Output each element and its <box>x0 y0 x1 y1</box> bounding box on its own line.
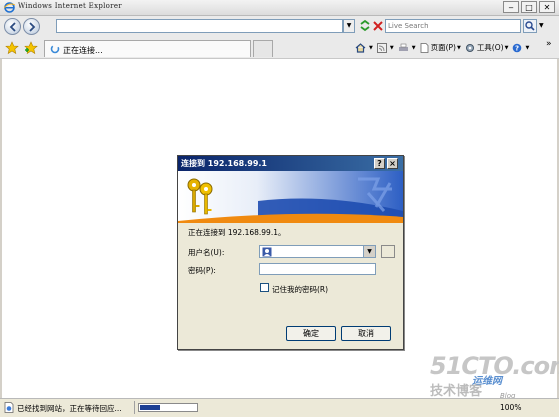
search-input[interactable]: Live Search <box>385 19 521 33</box>
gear-icon <box>465 43 474 52</box>
tab-connecting[interactable]: 正在连接... <box>44 40 251 57</box>
page-menu-button[interactable]: 页面(P) ▼ <box>420 42 461 53</box>
feeds-button[interactable]: ▼ <box>376 42 394 53</box>
help-menu-button[interactable]: ? ▼ <box>512 43 529 53</box>
tools-menu-label: 工具(O) <box>476 43 504 52</box>
forward-button[interactable] <box>23 18 40 35</box>
page-menu-label: 页面(P) <box>430 43 456 52</box>
login-dialog: 连接到 192.168.99.1 ? × 正在连接到 192.168.99.1。… <box>177 155 404 350</box>
progress-fill <box>140 405 160 410</box>
username-combobox[interactable]: ▼ <box>259 245 376 258</box>
page-loading-icon <box>4 402 14 413</box>
ie-logo-icon <box>4 2 15 13</box>
back-arrow-icon <box>9 22 16 32</box>
maximize-button[interactable]: □ <box>521 1 537 13</box>
loading-spinner-icon <box>50 44 60 54</box>
password-label: 密码(P): <box>188 266 216 275</box>
tab-row: 正在连接... ▼ ▼ ▼ 页面(P) ▼ 工具(O) ▼ ? ▼ » <box>0 38 559 59</box>
remember-password-label[interactable]: 记住我的密码(R) <box>272 284 328 295</box>
status-text: 已经找到网站，正在等待回应... <box>17 404 122 413</box>
password-input[interactable] <box>259 263 376 275</box>
home-button[interactable]: ▼ <box>355 42 373 53</box>
remember-password-checkbox[interactable] <box>260 283 269 292</box>
username-browse-button[interactable] <box>381 245 395 258</box>
dialog-title: 连接到 192.168.99.1 <box>178 156 403 171</box>
cancel-button[interactable]: 取消 <box>341 326 391 341</box>
status-bar: 已经找到网站，正在等待回应... 100% <box>0 398 559 417</box>
stop-icon[interactable] <box>372 18 384 33</box>
back-button[interactable] <box>4 18 21 35</box>
title-bar: Windows Internet Explorer ‒ □ ✕ <box>0 0 559 16</box>
connecting-message: 正在连接到 192.168.99.1。 <box>188 228 286 237</box>
chevron-more-icon[interactable]: » <box>546 39 552 49</box>
home-icon <box>355 42 366 53</box>
command-bar: ▼ ▼ ▼ 页面(P) ▼ 工具(O) ▼ ? ▼ <box>355 42 533 53</box>
ok-button[interactable]: 确定 <box>286 326 336 341</box>
username-label: 用户名(U): <box>188 248 225 257</box>
window-controls: ‒ □ ✕ <box>503 1 555 13</box>
address-dropdown-button[interactable]: ▼ <box>343 19 355 33</box>
help-icon: ? <box>513 43 522 52</box>
favorites-star-icon[interactable] <box>5 41 19 55</box>
forward-arrow-icon <box>29 22 36 32</box>
refresh-icon[interactable] <box>358 18 372 33</box>
status-separator <box>134 401 135 414</box>
user-icon <box>262 247 272 257</box>
tab-label: 正在连接... <box>63 46 103 55</box>
zoom-level[interactable]: 100% <box>500 403 521 412</box>
window-title: Windows Internet Explorer <box>18 2 122 10</box>
svg-text:?: ? <box>515 44 519 52</box>
watermark-tagline: 技术博客 <box>430 384 483 399</box>
feeds-icon <box>376 42 387 53</box>
close-window-button[interactable]: ✕ <box>539 1 555 13</box>
new-tab-button[interactable] <box>253 40 273 57</box>
search-icon <box>525 21 535 31</box>
search-options-dropdown[interactable]: ▼ <box>539 19 547 33</box>
tools-menu-button[interactable]: 工具(O) ▼ <box>465 42 508 53</box>
dialog-help-button[interactable]: ? <box>374 158 385 169</box>
minimize-button[interactable]: ‒ <box>503 1 519 13</box>
progress-bar <box>138 403 198 412</box>
print-button[interactable]: ▼ <box>398 43 416 53</box>
dialog-banner <box>178 171 403 223</box>
add-favorites-icon[interactable] <box>24 41 38 55</box>
username-dropdown-button[interactable]: ▼ <box>363 246 375 257</box>
dialog-close-button[interactable]: × <box>387 158 398 169</box>
search-button[interactable] <box>523 19 537 33</box>
print-icon <box>398 43 408 51</box>
address-input[interactable] <box>56 19 343 33</box>
address-bar-row: ▼ Live Search ▼ <box>0 16 559 38</box>
page-icon <box>420 42 428 53</box>
